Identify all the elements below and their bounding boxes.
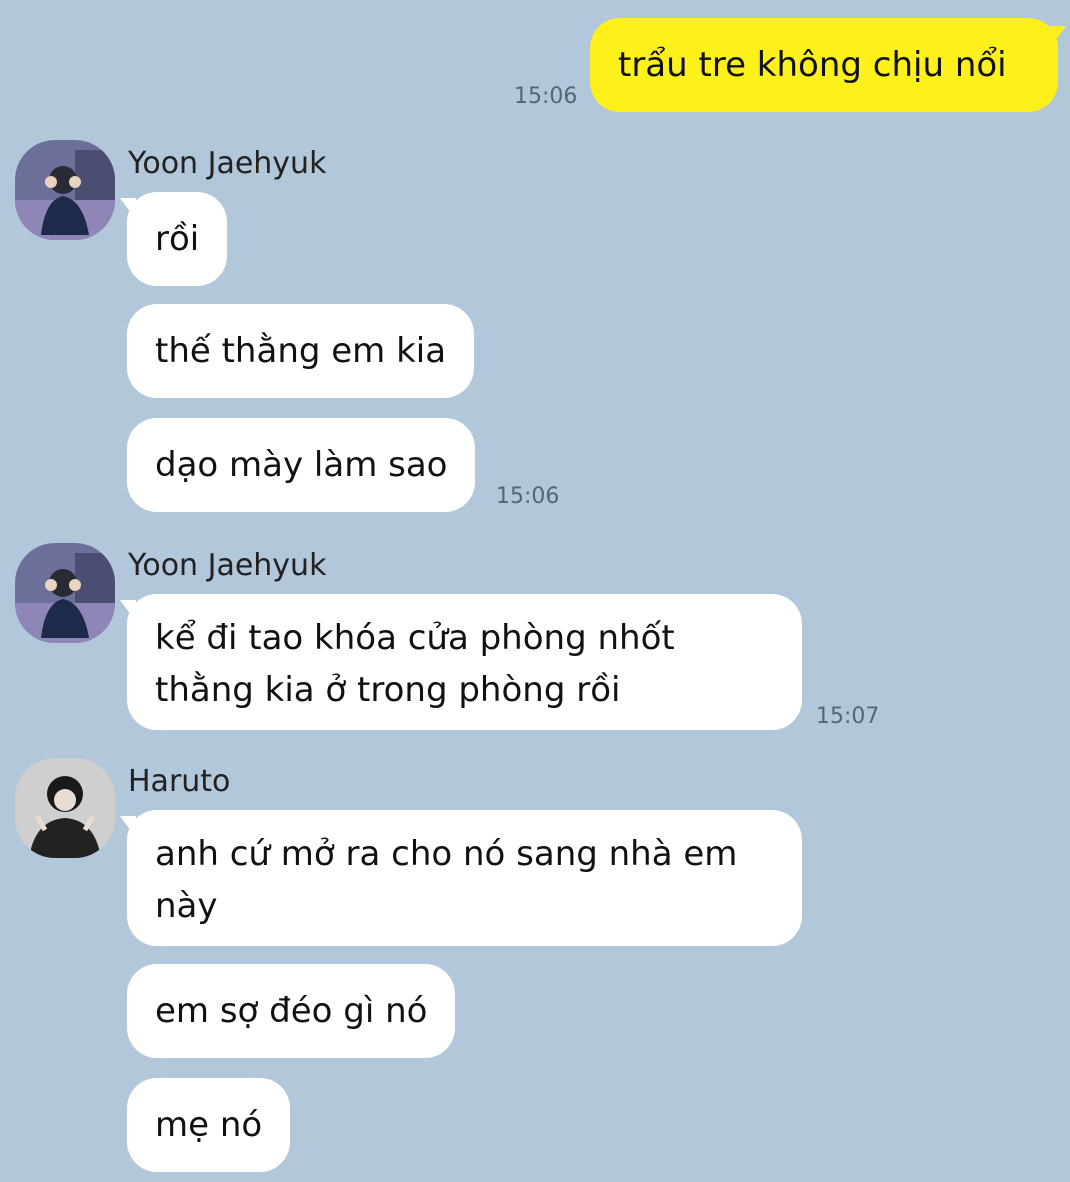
user-avatar-photo-icon bbox=[15, 140, 115, 240]
incoming-message-bubble[interactable]: thế thằng em kia bbox=[127, 304, 475, 398]
outgoing-message-bubble[interactable]: trẩu tre không chịu nổi bbox=[590, 18, 1058, 112]
chat-area[interactable]: 15:06 trẩu tre không chịu nổi Yoon Jaehy… bbox=[0, 0, 1070, 1182]
incoming-message-bubble[interactable]: kể đi tao khóa cửa phòng nhốt thằng kia … bbox=[127, 594, 802, 730]
message-timestamp: 15:06 bbox=[514, 84, 578, 109]
incoming-message-bubble[interactable]: em sợ đéo gì nó bbox=[127, 964, 456, 1058]
message-timestamp: 15:06 bbox=[496, 484, 560, 509]
outgoing-bubble-tail bbox=[1048, 26, 1066, 50]
incoming-message-bubble[interactable]: mẹ nó bbox=[127, 1078, 291, 1172]
message-timestamp: 15:07 bbox=[816, 704, 880, 729]
user-avatar-photo-icon bbox=[15, 543, 115, 643]
incoming-message-bubble[interactable]: rồi bbox=[127, 192, 228, 286]
incoming-message-bubble[interactable]: dạo mày làm sao bbox=[127, 418, 476, 512]
sender-name: Yoon Jaehyuk bbox=[128, 146, 327, 181]
incoming-message-bubble[interactable]: anh cứ mở ra cho nó sang nhà em này bbox=[127, 810, 802, 946]
user-avatar-photo-icon bbox=[15, 758, 115, 858]
sender-name: Haruto bbox=[128, 764, 231, 799]
sender-name: Yoon Jaehyuk bbox=[128, 548, 327, 583]
avatar-haruto[interactable] bbox=[15, 758, 115, 858]
avatar-yoon-jaehyuk[interactable] bbox=[15, 543, 115, 643]
avatar-yoon-jaehyuk[interactable] bbox=[15, 140, 115, 240]
